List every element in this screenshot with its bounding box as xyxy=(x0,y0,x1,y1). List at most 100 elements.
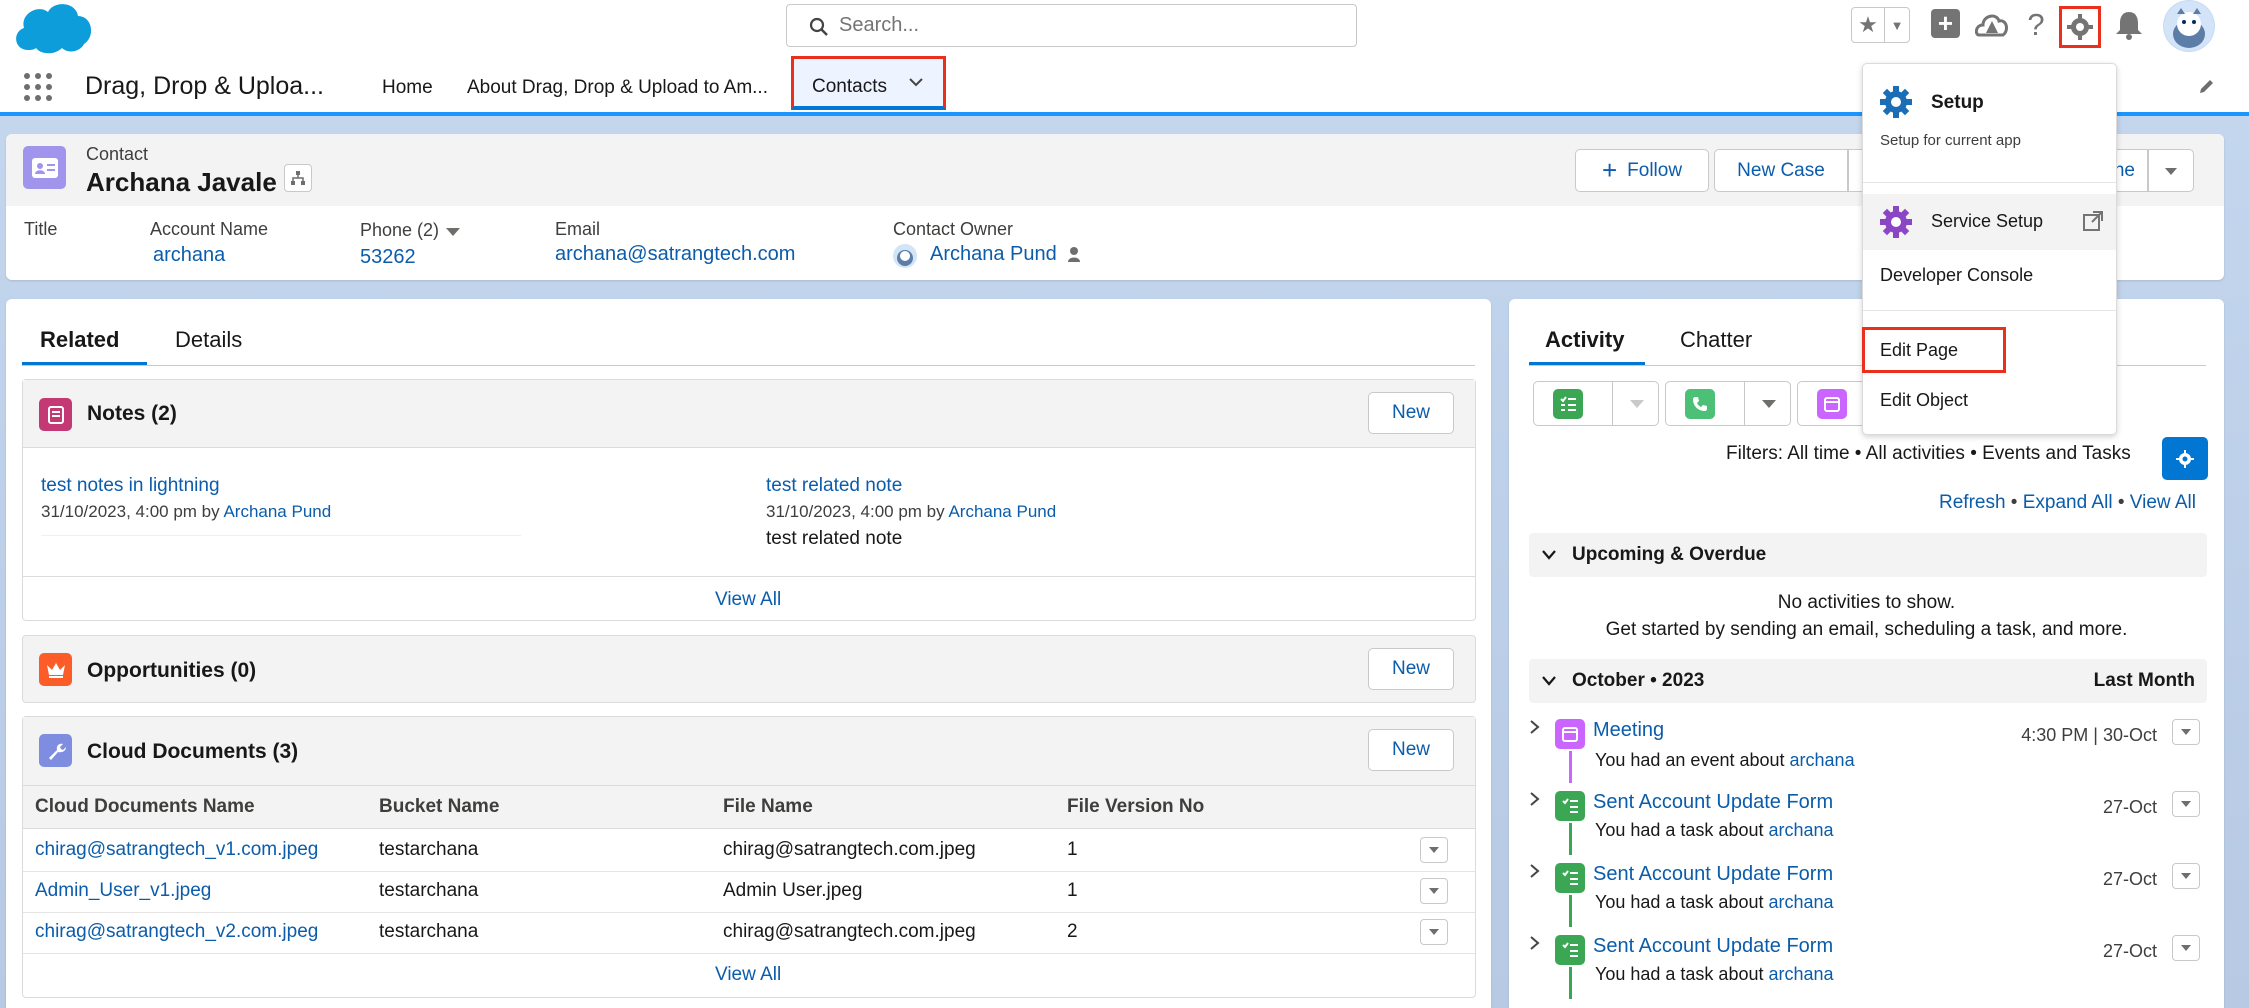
timeline-item-title[interactable]: Sent Account Update Form xyxy=(1593,791,1833,814)
desc-text: You had an event about xyxy=(1595,750,1785,770)
col-header-version[interactable]: File Version No xyxy=(1067,796,1204,818)
refresh-link[interactable]: Refresh xyxy=(1939,492,2006,513)
notes-title[interactable]: Notes (2) xyxy=(87,402,177,426)
edit-object-item[interactable]: Edit Object xyxy=(1880,390,1968,411)
cloud-documents-title[interactable]: Cloud Documents (3) xyxy=(87,740,298,764)
edit-page-item[interactable]: Edit Page xyxy=(1880,340,1958,361)
notifications-bell-icon[interactable] xyxy=(2114,9,2144,41)
task-icon xyxy=(1555,863,1585,893)
desc-link[interactable]: archana xyxy=(1769,964,1834,984)
new-task-button[interactable] xyxy=(1533,381,1659,426)
phone-dropdown-icon[interactable] xyxy=(445,225,461,243)
table-row-name-link[interactable]: chirag@satrangtech_v2.com.jpeg xyxy=(35,921,318,943)
table-row-name-link[interactable]: chirag@satrangtech_v1.com.jpeg xyxy=(35,839,318,861)
col-header-file-name[interactable]: File Name xyxy=(723,796,813,818)
setup-menu-item[interactable]: Setup xyxy=(1931,92,1984,114)
timeline-item-title[interactable]: Sent Account Update Form xyxy=(1593,863,1833,886)
expand-all-link[interactable]: Expand All xyxy=(2023,492,2113,513)
nav-tab-contacts[interactable]: Contacts xyxy=(791,56,946,110)
view-all-link[interactable]: View All xyxy=(2130,492,2196,513)
row-divider xyxy=(23,871,1475,872)
table-row-file: chirag@satrangtech.com.jpeg xyxy=(723,839,976,860)
cloud-view-all-link[interactable]: View All xyxy=(715,964,781,986)
note-title[interactable]: test notes in lightning xyxy=(41,475,220,497)
timeline-item-title[interactable]: Meeting xyxy=(1593,719,1664,742)
row-actions-dropdown[interactable] xyxy=(1420,878,1448,904)
field-email-value[interactable]: archana@satrangtech.com xyxy=(555,243,795,266)
notes-card: Notes (2) New test notes in lightning 31… xyxy=(22,379,1476,621)
developer-console-item[interactable]: Developer Console xyxy=(1880,265,2033,286)
log-call-button[interactable] xyxy=(1665,381,1791,426)
table-row-bucket: testarchana xyxy=(379,880,479,901)
note-title[interactable]: test related note xyxy=(766,475,902,497)
app-launcher-icon[interactable] xyxy=(22,71,54,103)
field-phone-label: Phone (2) xyxy=(360,220,440,240)
field-phone-value[interactable]: 53262 xyxy=(360,246,416,269)
plus-icon: + xyxy=(1601,155,1618,185)
timeline-item-actions-dropdown[interactable] xyxy=(2172,791,2200,817)
setup-gear-icon[interactable] xyxy=(2059,6,2101,48)
follow-button[interactable]: + Follow xyxy=(1575,149,1709,192)
tab-chatter[interactable]: Chatter xyxy=(1680,327,1752,353)
trailhead-guidance-icon[interactable] xyxy=(1974,9,2009,41)
service-setup-row[interactable]: Service Setup xyxy=(1863,194,2116,250)
col-header-bucket[interactable]: Bucket Name xyxy=(379,796,499,818)
field-owner-value[interactable]: Archana Pund xyxy=(930,243,1057,266)
tab-related[interactable]: Related xyxy=(40,327,119,353)
note-author-link[interactable]: Archana Pund xyxy=(223,502,331,521)
change-owner-icon[interactable] xyxy=(1067,246,1083,269)
menu-divider xyxy=(1863,182,2116,183)
upcoming-section-header[interactable]: Upcoming & Overdue xyxy=(1529,533,2207,577)
chevron-right-icon[interactable] xyxy=(1529,935,1541,951)
chevron-right-icon[interactable] xyxy=(1529,863,1541,879)
chevron-down-icon[interactable] xyxy=(907,73,925,96)
notes-new-button[interactable]: New xyxy=(1368,392,1454,434)
desc-link[interactable]: archana xyxy=(1769,892,1834,912)
hierarchy-icon[interactable] xyxy=(284,164,312,192)
timeline-item-title[interactable]: Sent Account Update Form xyxy=(1593,935,1833,958)
opportunities-new-label: New xyxy=(1391,658,1430,679)
notes-view-all-link[interactable]: View All xyxy=(715,589,781,611)
global-actions-plus-icon[interactable]: + xyxy=(1931,8,1960,38)
tab-details[interactable]: Details xyxy=(175,327,242,353)
salesforce-logo[interactable] xyxy=(10,0,94,54)
edit-nav-pencil-icon[interactable] xyxy=(2198,77,2216,95)
opportunities-new-button[interactable]: New xyxy=(1368,648,1454,690)
external-link-icon[interactable] xyxy=(2082,210,2104,232)
row-actions-dropdown[interactable] xyxy=(1420,837,1448,863)
global-search-input[interactable]: Search... xyxy=(786,4,1357,47)
user-avatar[interactable] xyxy=(2163,0,2215,52)
field-account-value[interactable]: archana xyxy=(153,244,225,267)
chevron-right-icon[interactable] xyxy=(1529,719,1541,735)
new-event-button[interactable] xyxy=(1797,381,1867,426)
timeline-item-actions-dropdown[interactable] xyxy=(2172,935,2200,961)
chevron-down-icon[interactable] xyxy=(1761,399,1777,409)
cloud-new-button[interactable]: New xyxy=(1368,729,1454,771)
chevron-down-icon xyxy=(1429,929,1439,935)
chevron-right-icon[interactable] xyxy=(1529,791,1541,807)
month-right-label: Last Month xyxy=(2093,670,2195,691)
nav-tab-home[interactable]: Home xyxy=(382,77,433,99)
timeline-item-actions-dropdown[interactable] xyxy=(2172,863,2200,889)
favorites-star-icon[interactable]: ★ xyxy=(1851,7,1885,43)
notes-icon xyxy=(39,398,72,431)
tab-activity[interactable]: Activity xyxy=(1545,327,1624,353)
notes-new-label: New xyxy=(1391,402,1430,423)
note-author-link[interactable]: Archana Pund xyxy=(948,502,1056,521)
desc-link[interactable]: archana xyxy=(1769,820,1834,840)
help-question-icon[interactable]: ? xyxy=(2021,7,2051,43)
month-section-header[interactable]: October • 2023 Last Month xyxy=(1529,659,2207,703)
table-row-name-link[interactable]: Admin_User_v1.jpeg xyxy=(35,880,211,902)
col-header-cloud-name[interactable]: Cloud Documents Name xyxy=(35,796,255,818)
upcoming-title: Upcoming & Overdue xyxy=(1572,544,1767,565)
opportunities-title[interactable]: Opportunities (0) xyxy=(87,659,256,683)
row-actions-dropdown[interactable] xyxy=(1420,919,1448,945)
chevron-down-icon[interactable] xyxy=(1629,399,1645,409)
favorites-dropdown-icon[interactable]: ▼ xyxy=(1884,7,1910,43)
new-case-button[interactable]: New Case xyxy=(1714,149,1848,192)
more-actions-dropdown[interactable] xyxy=(2148,149,2194,192)
desc-link[interactable]: archana xyxy=(1790,750,1855,770)
filter-settings-gear-icon[interactable] xyxy=(2162,437,2208,480)
timeline-item-actions-dropdown[interactable] xyxy=(2172,719,2200,745)
nav-tab-about[interactable]: About Drag, Drop & Upload to Am... xyxy=(467,77,768,99)
